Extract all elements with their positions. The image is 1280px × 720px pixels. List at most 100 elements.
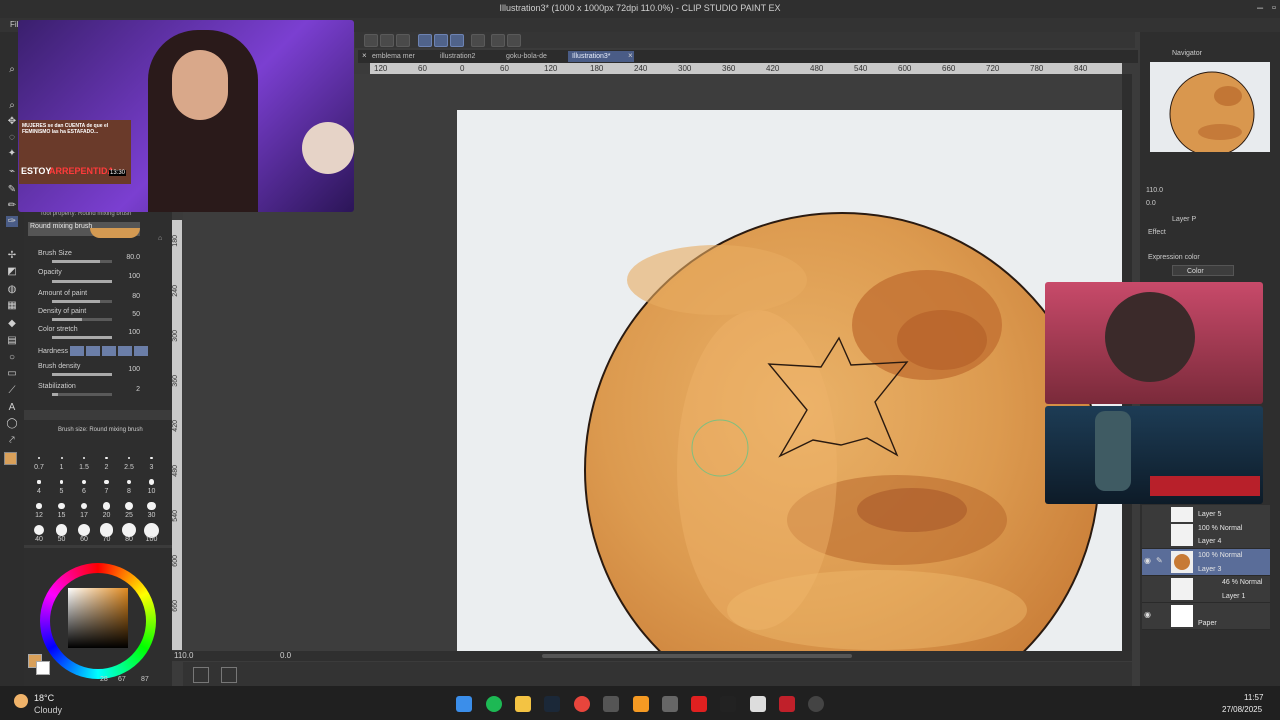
pen-icon[interactable]: ✎ <box>6 184 18 195</box>
spotify-icon[interactable] <box>486 696 502 712</box>
bucket-icon[interactable]: ◆ <box>6 318 18 329</box>
expression-color-select[interactable]: Color <box>1172 265 1234 276</box>
brush-size-dot[interactable] <box>33 524 45 536</box>
prop-value[interactable]: 100 <box>120 366 140 373</box>
navigator-preview[interactable] <box>1150 62 1270 157</box>
opacity-slider[interactable] <box>52 280 112 283</box>
blend-icon[interactable]: ◍ <box>6 284 18 295</box>
brush-size-dot[interactable] <box>125 502 133 510</box>
eye-icon[interactable]: ◉ <box>1144 610 1151 619</box>
brush-icon[interactable]: ✑ <box>6 216 18 227</box>
app-icon[interactable] <box>603 696 619 712</box>
pen-edit-icon[interactable]: ✎ <box>1156 556 1163 565</box>
paint-amount-slider[interactable] <box>52 300 112 303</box>
wand-icon[interactable]: ✦ <box>6 148 18 159</box>
lock-icon[interactable]: ⌂ <box>158 235 162 242</box>
eyedropper-icon[interactable]: ⌁ <box>6 166 18 177</box>
paper-canvas[interactable] <box>457 110 1122 651</box>
steam-icon[interactable] <box>544 696 560 712</box>
text-tool-icon[interactable]: A <box>6 402 18 413</box>
fit-view-icon[interactable] <box>193 667 209 683</box>
ruler-tool-icon[interactable]: ⟋ <box>6 385 18 396</box>
paint-density-slider[interactable] <box>52 318 112 321</box>
brush-size-dot[interactable] <box>55 524 68 536</box>
weather-label[interactable]: Cloudy <box>34 705 62 715</box>
brush-size-dot[interactable] <box>58 502 65 510</box>
navigator-angle[interactable]: 0.0 <box>1146 200 1156 207</box>
app-icon[interactable] <box>662 696 678 712</box>
brush-size-dot[interactable] <box>104 479 109 485</box>
clock-time[interactable]: 11:57 <box>1244 693 1263 702</box>
weather-temp[interactable]: 18°C <box>34 693 54 703</box>
folder-icon[interactable] <box>515 696 531 712</box>
tab-goku[interactable]: goku-bola-de <box>502 51 551 62</box>
start-icon[interactable] <box>456 696 472 712</box>
horizontal-scrollbar[interactable] <box>542 654 852 658</box>
selection-icon[interactable] <box>450 34 464 47</box>
brush-size-dot[interactable] <box>60 457 63 459</box>
correct-line-icon[interactable]: ⤤ <box>6 435 18 446</box>
app-icon[interactable] <box>808 696 824 712</box>
navigator-zoom[interactable]: 110.0 <box>1146 187 1163 194</box>
brush-size-slider[interactable] <box>52 260 112 263</box>
eye-icon[interactable]: ◉ <box>1144 556 1151 565</box>
youtube-icon[interactable] <box>691 696 707 712</box>
app-icon[interactable] <box>633 696 649 712</box>
prop-value[interactable]: 2 <box>120 386 140 393</box>
brush-size-dot[interactable] <box>82 480 86 484</box>
pencil-icon[interactable]: ✏ <box>6 200 18 211</box>
frame-icon[interactable]: ▭ <box>6 368 18 379</box>
selection-icon[interactable] <box>434 34 448 47</box>
brush-size-dot[interactable] <box>147 501 156 511</box>
cmd-icon[interactable] <box>364 34 378 47</box>
brush-size-dot[interactable] <box>59 480 64 484</box>
cmd-icon[interactable] <box>396 34 410 47</box>
brush-size-dot[interactable] <box>105 456 108 460</box>
zoom-tool-icon[interactable]: ⌕ <box>6 64 18 75</box>
eraser-icon[interactable]: ◩ <box>6 266 18 277</box>
cmd-icon[interactable] <box>380 34 394 47</box>
zoom-value[interactable]: 110.0 <box>174 651 193 660</box>
rotation-value[interactable]: 0.0 <box>280 651 291 660</box>
selection-icon[interactable] <box>418 34 432 47</box>
app-icon[interactable] <box>750 696 766 712</box>
brush-size-dot[interactable] <box>83 457 85 459</box>
close-icon[interactable]: × <box>362 51 367 60</box>
color-square[interactable] <box>68 588 128 648</box>
brush-size-dot[interactable] <box>38 457 40 459</box>
maximize-icon[interactable]: ▫ <box>1266 2 1280 14</box>
brush-size-dot[interactable] <box>148 479 155 485</box>
tab-illustration3[interactable]: Illustration3* <box>568 51 634 62</box>
gradient-icon[interactable]: ▤ <box>6 335 18 346</box>
brush-density-slider[interactable] <box>52 373 112 376</box>
balloon-icon[interactable]: ◯ <box>6 418 18 429</box>
main-color-swatch[interactable] <box>4 452 17 465</box>
color-stretch-slider[interactable] <box>52 336 112 339</box>
chrome-icon[interactable] <box>574 696 590 712</box>
tab-emblema[interactable]: emblema mer <box>368 51 419 62</box>
prop-value[interactable]: 50 <box>120 311 140 318</box>
search-icon[interactable]: ⌕ <box>6 100 18 111</box>
close-icon[interactable]: × <box>628 51 633 60</box>
stabilization-slider[interactable] <box>52 393 112 396</box>
app-icon[interactable] <box>720 696 736 712</box>
prop-value[interactable]: 80 <box>120 293 140 300</box>
move-tool-icon[interactable]: ✥ <box>6 116 18 127</box>
tab-illustration2[interactable]: illustration2 <box>436 51 479 62</box>
decoration-icon[interactable]: ✢ <box>6 250 18 261</box>
brush-size-dot[interactable] <box>99 523 114 537</box>
lasso-icon[interactable]: ◌ <box>6 132 18 143</box>
figure-icon[interactable]: ○ <box>6 352 18 363</box>
weather-icon[interactable] <box>14 694 28 708</box>
fill-icon[interactable]: ▦ <box>6 300 18 311</box>
sub-color-chip[interactable] <box>36 661 50 675</box>
undo-icon[interactable] <box>507 34 521 47</box>
settings-icon[interactable] <box>491 34 505 47</box>
prop-value[interactable]: 100 <box>120 329 140 336</box>
brush-size-dot[interactable] <box>36 503 42 509</box>
app-icon[interactable] <box>779 696 795 712</box>
prop-value[interactable]: 80.0 <box>120 254 140 261</box>
brush-size-dot[interactable] <box>102 502 111 510</box>
brush-size-dot[interactable] <box>37 480 41 484</box>
clock-date[interactable]: 27/08/2025 <box>1222 705 1262 714</box>
